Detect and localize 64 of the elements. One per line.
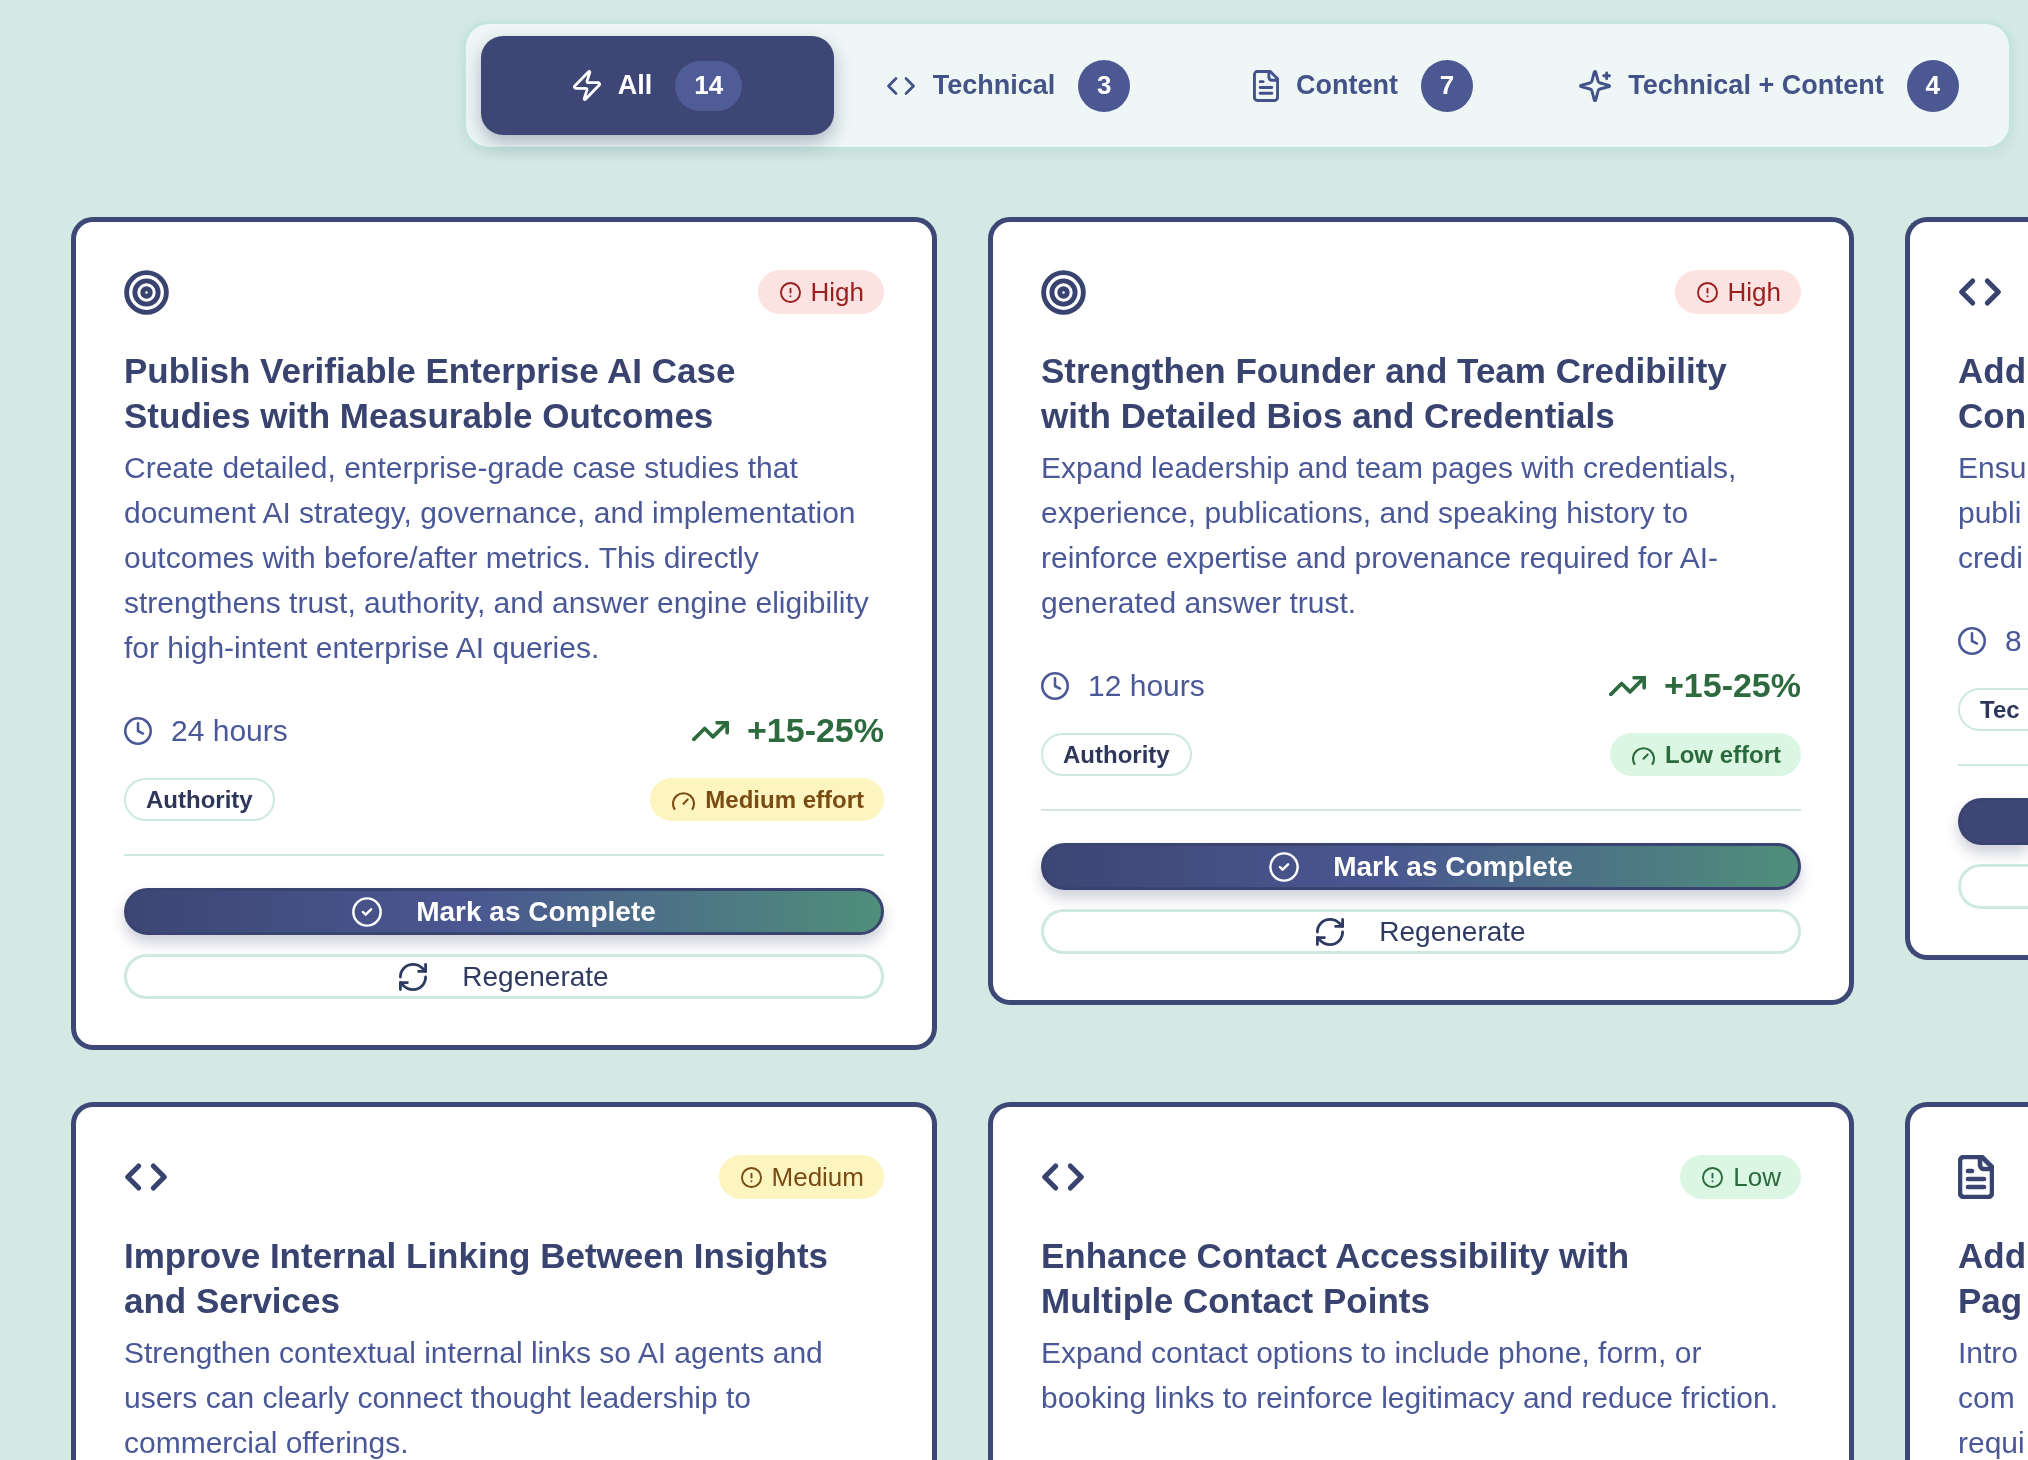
sparkle-icon xyxy=(1579,69,1612,102)
card-description: Intro com requi xyxy=(1958,1335,2025,1460)
card-title: Add Con xyxy=(1958,350,2027,437)
filter-tab[interactable]: Technical 3 xyxy=(834,36,1182,135)
alert-icon xyxy=(1696,281,1718,303)
impact-value: +15-25% xyxy=(1663,665,1801,706)
card-title: Improve Internal Linking Between Insights and Services xyxy=(124,1235,829,1322)
trend-up-icon xyxy=(691,720,729,741)
trend-up-icon xyxy=(1608,675,1646,696)
clock-icon xyxy=(124,716,152,745)
priority-label: Medium xyxy=(771,1160,864,1194)
check-circle-icon xyxy=(352,896,383,927)
time-estimate: 24 hours xyxy=(171,713,288,749)
count-badge: 3 xyxy=(1078,59,1131,112)
regenerate-button[interactable]: Regenerate xyxy=(124,954,884,999)
complete-button[interactable]: Mark as Complete xyxy=(124,888,884,935)
time-estimate: 8 xyxy=(2005,623,2022,659)
filter-tab[interactable]: Content 7 xyxy=(1182,36,1544,135)
priority-label: High xyxy=(1727,275,1781,309)
document-icon xyxy=(1253,69,1279,102)
card-title: Add Pag xyxy=(1958,1235,2027,1322)
priority-label: High xyxy=(810,275,864,309)
alert-icon xyxy=(740,1166,762,1188)
card-description: Expand contact options to include phone, form, or booking links to reinforce legitimacy and reduce friction. xyxy=(1041,1335,1780,1416)
target-icon xyxy=(124,269,169,315)
card-description: Ensu publi credi xyxy=(1958,450,2027,576)
clock-icon xyxy=(1958,626,1986,655)
document-icon xyxy=(1958,1155,1994,1199)
time-estimate: 12 hours xyxy=(1088,668,1205,704)
complete-button[interactable] xyxy=(1958,798,2028,845)
effort-label: Medium effort xyxy=(705,784,864,815)
category-tag: Tec xyxy=(1958,688,2028,731)
card-title: Enhance Contact Accessibility with Multiple Contact Points xyxy=(1041,1235,1630,1322)
code-icon xyxy=(1958,277,2002,307)
card-description: Expand leadership and team pages with credentials, experience, publications, and speaking history to reinforce expertise and provenance required for AI-generated answer trust. xyxy=(1041,450,1738,621)
effort-label: Low effort xyxy=(1665,739,1781,770)
impact-value: +15-25% xyxy=(746,710,884,751)
gauge-icon xyxy=(1632,744,1655,765)
code-icon xyxy=(1041,1162,1085,1192)
code-icon xyxy=(124,1162,168,1192)
lightning-icon xyxy=(572,70,601,101)
card-description: Strengthen contextual internal links so AI agents and users can clearly connect thought leadership to commercial offerings. xyxy=(124,1335,824,1460)
alert-icon xyxy=(1702,1166,1724,1188)
priority-label: Low xyxy=(1733,1160,1781,1194)
card-title: Publish Verifiable Enterprise AI Case Studies with Measurable Outcomes xyxy=(124,350,737,437)
filter-tab[interactable]: Technical + Content 4 xyxy=(1544,36,1994,135)
category-tag: Authority xyxy=(1041,733,1192,776)
refresh-icon xyxy=(1316,917,1345,946)
clock-icon xyxy=(1041,671,1069,700)
count-badge: 7 xyxy=(1421,59,1473,112)
target-icon xyxy=(1041,269,1086,315)
card-title: Strengthen Founder and Team Credibility with Detailed Bios and Credentials xyxy=(1041,350,1728,437)
complete-button[interactable]: Mark as Complete xyxy=(1041,843,1801,890)
regenerate-button[interactable]: Regenerate xyxy=(1041,909,1801,954)
card-description: Create detailed, enterprise-grade case studies that document AI strategy, governance, and implementation outcomes with before/after metrics. This directly strengthens trust, authority, and answer engine eligibility for high-intent enterprise AI queries. xyxy=(124,450,870,666)
filter-tab[interactable]: All 14 xyxy=(481,36,834,135)
count-badge: 14 xyxy=(675,60,743,111)
check-circle-icon xyxy=(1269,851,1300,882)
category-tag: Authority xyxy=(124,778,275,821)
code-icon xyxy=(885,75,916,96)
count-badge: 4 xyxy=(1906,59,1959,112)
gauge-icon xyxy=(672,789,696,810)
refresh-icon xyxy=(399,962,428,991)
alert-icon xyxy=(779,281,801,303)
